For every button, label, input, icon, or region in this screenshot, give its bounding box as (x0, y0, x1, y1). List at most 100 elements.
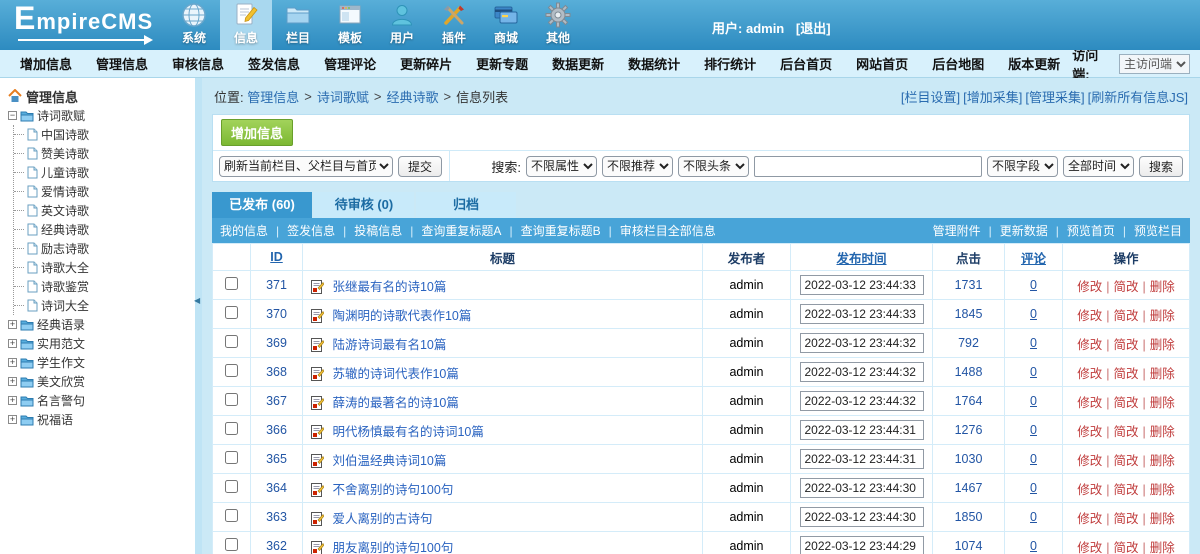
edit-link[interactable]: 修改 (1077, 367, 1102, 381)
tree-item[interactable]: 儿童诗歌 (14, 163, 195, 182)
tree-item[interactable]: 赞美诗歌 (14, 144, 195, 163)
action-bar-link[interactable]: 我的信息 (220, 222, 287, 239)
attribute-select[interactable]: 不限属性 (526, 156, 597, 177)
submit-button[interactable]: 提交 (398, 156, 442, 177)
subnav-item[interactable]: 版本更新 (996, 54, 1072, 73)
row-comments-link[interactable]: 0 (1030, 394, 1037, 408)
action-bar-link[interactable]: 预览栏目 (1134, 222, 1182, 239)
edit-link[interactable]: 修改 (1077, 454, 1102, 468)
quick-edit-link[interactable]: 简改 (1113, 396, 1138, 410)
edit-link[interactable]: 修改 (1077, 425, 1102, 439)
row-checkbox[interactable] (225, 509, 238, 522)
row-time-input[interactable] (800, 507, 924, 527)
expand-box-icon[interactable]: + (8, 396, 17, 405)
row-checkbox[interactable] (225, 451, 238, 464)
edit-link[interactable]: 修改 (1077, 309, 1102, 323)
row-checkbox[interactable] (225, 335, 238, 348)
field-select[interactable]: 不限字段 (987, 156, 1058, 177)
action-bar-link[interactable]: 预览首页 (1067, 222, 1134, 239)
row-checkbox[interactable] (225, 480, 238, 493)
row-comments-link[interactable]: 0 (1030, 510, 1037, 524)
row-title-link[interactable]: 刘伯温经典诗词10篇 (332, 454, 446, 468)
row-comments-link[interactable]: 0 (1030, 336, 1037, 350)
subnav-item[interactable]: 后台首页 (768, 54, 844, 73)
tree-item[interactable]: 诗词大全 (14, 296, 195, 315)
tree-item[interactable]: 爱情诗歌 (14, 182, 195, 201)
headline-select[interactable]: 不限头条 (678, 156, 749, 177)
nav-mall[interactable]: 商城 (480, 0, 532, 50)
row-time-input[interactable] (800, 391, 924, 411)
expand-box-icon[interactable]: + (8, 377, 17, 386)
expand-box-icon[interactable]: + (8, 415, 17, 424)
quick-edit-link[interactable]: 简改 (1113, 483, 1138, 497)
header-id[interactable]: ID (270, 250, 283, 264)
action-bar-link[interactable]: 审核栏目全部信息 (620, 222, 716, 239)
row-time-input[interactable] (800, 362, 924, 382)
nav-info[interactable]: 信息 (220, 0, 272, 50)
time-select[interactable]: 全部时间 (1063, 156, 1134, 177)
nav-plugin[interactable]: 插件 (428, 0, 480, 50)
refresh-scope-select[interactable]: 刷新当前栏目、父栏目与首页 (219, 156, 393, 177)
row-checkbox[interactable] (225, 422, 238, 435)
tree-root-item[interactable]: + 经典语录 (8, 315, 195, 334)
tree-item[interactable]: 中国诗歌 (14, 125, 195, 144)
header-time[interactable]: 发布时间 (836, 252, 886, 266)
tree-root-item[interactable]: + 学生作文 (8, 353, 195, 372)
expand-box-icon[interactable]: + (8, 320, 17, 329)
tab-published[interactable]: 已发布 (60) (212, 192, 312, 218)
tree-item[interactable]: 诗歌大全 (14, 258, 195, 277)
delete-link[interactable]: 删除 (1150, 309, 1175, 323)
tree-root-item[interactable]: + 美文欣赏 (8, 372, 195, 391)
breadcrumb-action-link[interactable]: [管理采集] (1025, 87, 1084, 106)
tree-root-item[interactable]: + 祝福语 (8, 410, 195, 429)
row-comments-link[interactable]: 0 (1030, 423, 1037, 437)
collapse-box-icon[interactable]: − (8, 111, 17, 120)
row-comments-link[interactable]: 0 (1030, 307, 1037, 321)
row-title-link[interactable]: 张继最有名的诗10篇 (332, 280, 446, 294)
row-time-input[interactable] (800, 449, 924, 469)
row-checkbox[interactable] (225, 364, 238, 377)
nav-column[interactable]: 栏目 (272, 0, 324, 50)
tree-root-item[interactable]: + 名言警句 (8, 391, 195, 410)
delete-link[interactable]: 删除 (1150, 425, 1175, 439)
tree-item[interactable]: 励志诗歌 (14, 239, 195, 258)
quick-edit-link[interactable]: 简改 (1113, 280, 1138, 294)
row-title-link[interactable]: 朋友离别的诗句100句 (332, 541, 453, 554)
row-time-input[interactable] (800, 536, 924, 554)
edit-link[interactable]: 修改 (1077, 512, 1102, 526)
recommend-select[interactable]: 不限推荐 (602, 156, 673, 177)
subnav-item[interactable]: 数据统计 (616, 54, 692, 73)
subnav-item[interactable]: 数据更新 (540, 54, 616, 73)
row-title-link[interactable]: 苏辙的诗词代表作10篇 (332, 367, 458, 381)
row-checkbox[interactable] (225, 306, 238, 319)
edit-link[interactable]: 修改 (1077, 541, 1102, 554)
sidebar-collapse-arrow-icon[interactable]: ◀ (194, 296, 200, 305)
row-title-link[interactable]: 爱人离别的古诗句 (332, 512, 432, 526)
action-bar-link[interactable]: 查询重复标题A (421, 222, 520, 239)
tree-item[interactable]: 英文诗歌 (14, 201, 195, 220)
action-bar-link[interactable]: 投稿信息 (354, 222, 421, 239)
breadcrumb-action-link[interactable]: [刷新所有信息JS] (1088, 87, 1188, 106)
action-bar-link[interactable]: 管理附件 (933, 222, 1000, 239)
keyword-input[interactable] (754, 156, 982, 177)
header-comments[interactable]: 评论 (1021, 252, 1046, 266)
tab-pending[interactable]: 待审核 (0) (314, 192, 414, 218)
row-title-link[interactable]: 陶渊明的诗歌代表作10篇 (332, 309, 471, 323)
row-checkbox[interactable] (225, 393, 238, 406)
delete-link[interactable]: 删除 (1150, 483, 1175, 497)
nav-system[interactable]: 系统 (168, 0, 220, 50)
action-bar-link[interactable]: 更新数据 (1000, 222, 1067, 239)
row-time-input[interactable] (800, 420, 924, 440)
row-comments-link[interactable]: 0 (1030, 278, 1037, 292)
add-info-button[interactable]: 增加信息 (221, 119, 293, 146)
nav-other[interactable]: 其他 (532, 0, 584, 50)
tree-item[interactable]: 经典诗歌 (14, 220, 195, 239)
nav-user[interactable]: 用户 (376, 0, 428, 50)
row-title-link[interactable]: 明代杨慎最有名的诗词10篇 (332, 425, 483, 439)
row-title-link[interactable]: 陆游诗词最有名10篇 (332, 338, 446, 352)
row-time-input[interactable] (800, 333, 924, 353)
tree-root-item[interactable]: + 实用范文 (8, 334, 195, 353)
row-comments-link[interactable]: 0 (1030, 452, 1037, 466)
action-bar-link[interactable]: 签发信息 (287, 222, 354, 239)
subnav-item[interactable]: 后台地图 (920, 54, 996, 73)
